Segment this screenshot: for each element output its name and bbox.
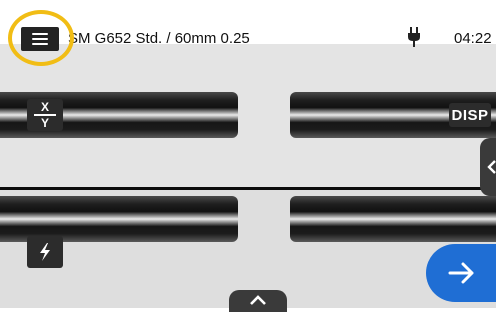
clock: 04:22: [454, 30, 492, 47]
xy-view-toggle-button[interactable]: X Y: [27, 99, 63, 131]
camera-view-x: [0, 44, 496, 190]
display-button[interactable]: DISP: [449, 103, 491, 127]
chevron-left-icon: [487, 160, 496, 174]
status-bar: SM G652 Std. / 60mm 0.25 04:22: [0, 0, 496, 51]
side-panel-tab[interactable]: [480, 138, 496, 196]
hamburger-menu-icon: [32, 33, 48, 45]
bottom-panel-tab[interactable]: [229, 290, 287, 312]
next-button[interactable]: [426, 244, 496, 302]
lightning-bolt-icon: [40, 243, 50, 261]
xy-top-label: X: [40, 100, 49, 114]
menu-button[interactable]: [21, 27, 59, 51]
chevron-up-icon: [250, 295, 266, 305]
arrow-right-icon: [448, 262, 474, 284]
right-fiber-image: [290, 196, 496, 242]
xy-bottom-label: Y: [40, 116, 49, 130]
ac-power-plug-icon: [408, 27, 420, 47]
splice-mode-title: SM G652 Std. / 60mm 0.25: [68, 30, 250, 47]
arc-button[interactable]: [27, 236, 63, 268]
